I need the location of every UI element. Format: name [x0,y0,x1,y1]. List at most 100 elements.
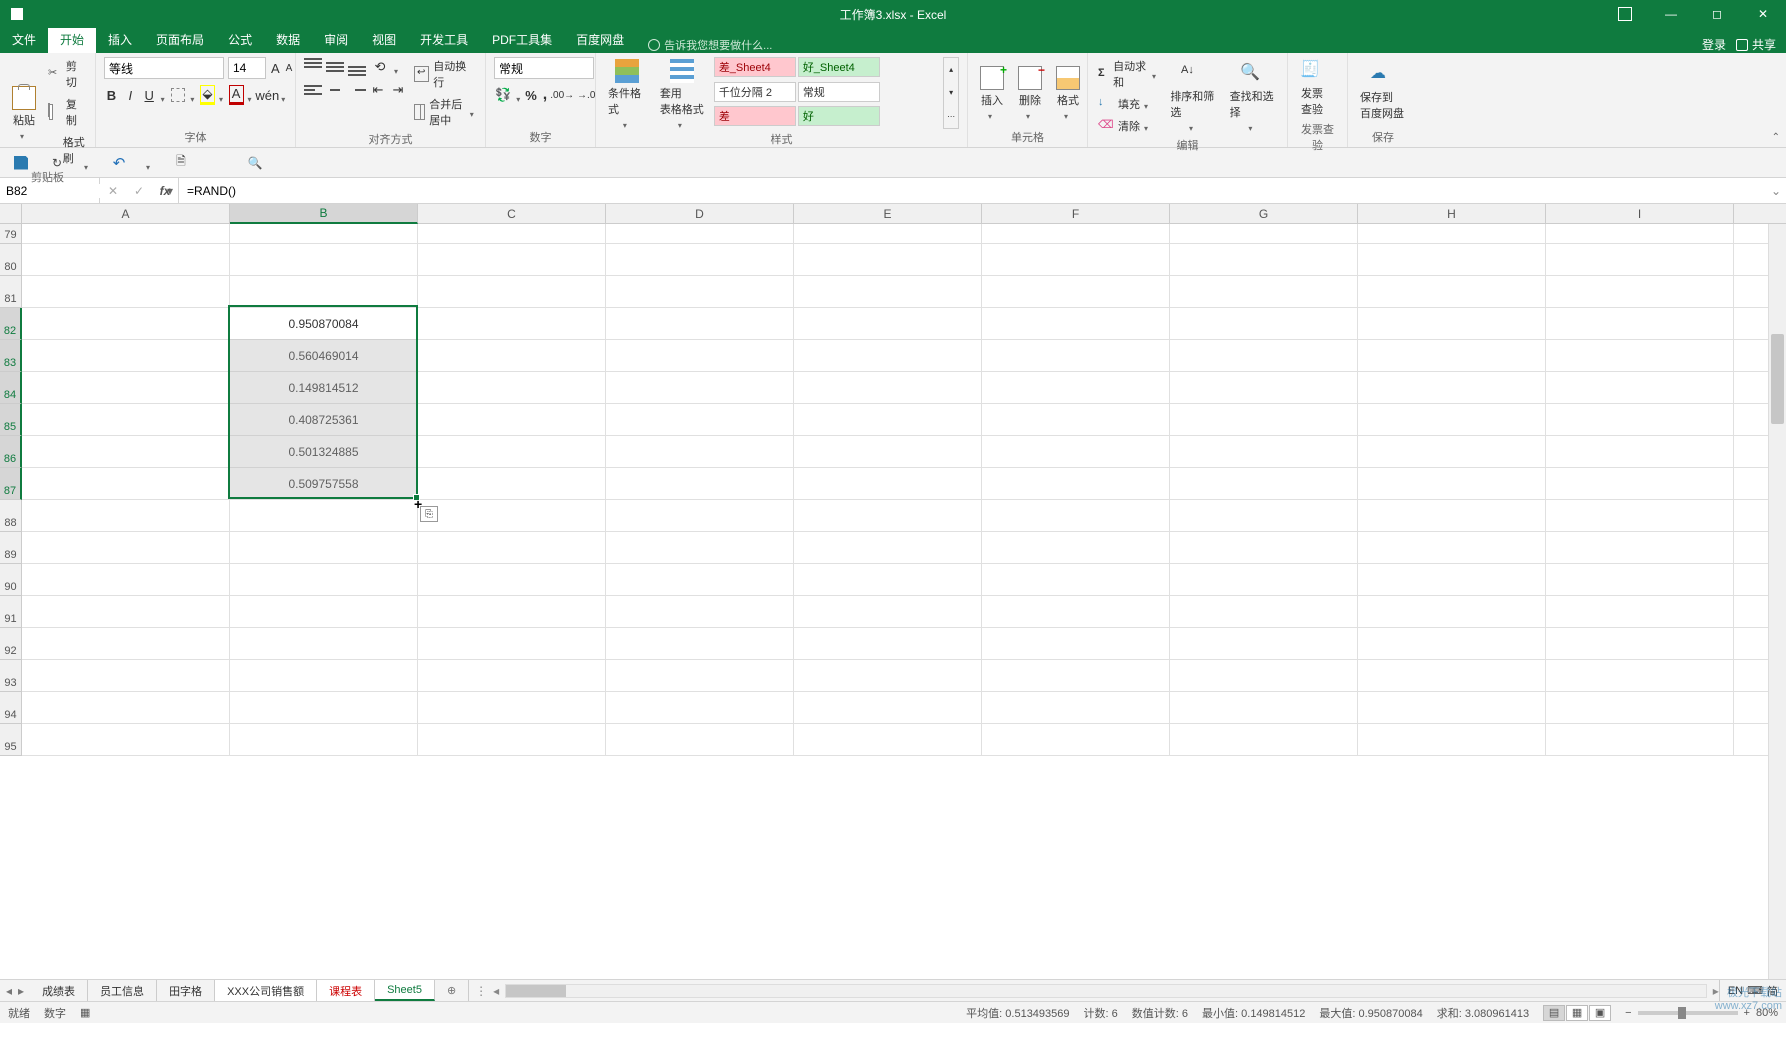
cell-B80[interactable] [230,244,418,276]
vertical-scrollbar[interactable] [1768,224,1786,979]
cell-F89[interactable] [982,532,1170,564]
cell-G88[interactable] [1170,500,1358,532]
sort-filter-button[interactable]: 排序和筛选 [1166,57,1219,135]
col-header-B[interactable]: B [230,204,418,224]
qat-undo-button[interactable] [110,154,128,172]
cell-C93[interactable] [418,660,606,692]
tab-home[interactable]: 开始 [48,28,96,53]
decrease-decimal-button[interactable]: →.0 [576,85,596,105]
chevron-down-icon[interactable] [1189,122,1197,130]
col-header-J[interactable]: J [1734,204,1786,224]
cell-A92[interactable] [22,628,230,660]
cell-F95[interactable] [982,724,1170,756]
style-good[interactable]: 好 [798,106,880,126]
row-header-85[interactable]: 85 [0,404,22,436]
login-link[interactable]: 登录 [1702,36,1726,53]
wrap-text-button[interactable]: 自动换行 [412,57,477,91]
tab-formulas[interactable]: 公式 [216,28,264,53]
cell-H87[interactable] [1358,468,1546,500]
ime-kb-icon[interactable]: ⌨ [1747,984,1763,997]
chevron-down-icon[interactable] [988,110,996,118]
cell-C83[interactable] [418,340,606,372]
tell-me[interactable]: 告诉我您想要做什么... [648,37,772,53]
cell-C87[interactable] [418,468,606,500]
font-size-select[interactable] [228,57,266,79]
cell-H88[interactable] [1358,500,1546,532]
cell-C80[interactable] [418,244,606,276]
cell-E83[interactable] [794,340,982,372]
col-header-G[interactable]: G [1170,204,1358,224]
cell-D92[interactable] [606,628,794,660]
save-to-pan-button[interactable]: 保存到 百度网盘 [1356,57,1408,127]
find-select-button[interactable]: 查找和选择 [1226,57,1279,135]
cell-G89[interactable] [1170,532,1358,564]
row-header-81[interactable]: 81 [0,276,22,308]
tab-review[interactable]: 审阅 [312,28,360,53]
sheet-splitter[interactable]: ⋮ [469,984,493,998]
cell-E86[interactable] [794,436,982,468]
ime-mode[interactable]: 简 [1767,983,1778,999]
collapse-ribbon-button[interactable]: ⌃ [1772,132,1780,143]
row-header-92[interactable]: 92 [0,628,22,660]
cell-F91[interactable] [982,596,1170,628]
chevron-down-icon[interactable] [146,159,154,167]
chevron-down-icon[interactable] [219,91,225,99]
cell-E89[interactable] [794,532,982,564]
cell-F81[interactable] [982,276,1170,308]
cell-C84[interactable] [418,372,606,404]
row-header-93[interactable]: 93 [0,660,22,692]
cell-C85[interactable] [418,404,606,436]
cell-F92[interactable] [982,628,1170,660]
accounting-button[interactable]: 💱 [494,85,512,105]
cell-I88[interactable] [1546,500,1734,532]
cell-H94[interactable] [1358,692,1546,724]
cell-B81[interactable] [230,276,418,308]
cell-F85[interactable] [982,404,1170,436]
cell-C88[interactable] [418,500,606,532]
cell-A90[interactable] [22,564,230,596]
cell-D85[interactable] [606,404,794,436]
cell-D95[interactable] [606,724,794,756]
chevron-down-icon[interactable] [1248,122,1256,130]
cell-F84[interactable] [982,372,1170,404]
cell-A89[interactable] [22,532,230,564]
increase-indent-button[interactable] [390,82,406,98]
row-header-91[interactable]: 91 [0,596,22,628]
style-normal[interactable]: 常规 [798,82,880,102]
row-header-95[interactable]: 95 [0,724,22,756]
insert-cells-button[interactable]: 插入 [976,57,1008,127]
tab-layout[interactable]: 页面布局 [144,28,216,53]
cell-C94[interactable] [418,692,606,724]
style-good-sheet4[interactable]: 好_Sheet4 [798,57,880,77]
view-page-break-button[interactable]: ▣ [1589,1005,1611,1021]
cell-A80[interactable] [22,244,230,276]
autosum-button[interactable]: 自动求和 [1096,57,1160,91]
insert-function-button[interactable]: fx [152,184,178,198]
cell-G82[interactable] [1170,308,1358,340]
cell-I82[interactable] [1546,308,1734,340]
cell-A79[interactable] [22,224,230,244]
cell-B89[interactable] [230,532,418,564]
cell-A95[interactable] [22,724,230,756]
conditional-format-button[interactable]: 条件格式 [604,57,650,129]
fill-color-button[interactable]: ⬙ [200,85,215,105]
cell-H91[interactable] [1358,596,1546,628]
cell-A87[interactable] [22,468,230,500]
row-header-94[interactable]: 94 [0,692,22,724]
align-center-button[interactable] [326,81,344,99]
horizontal-scroll-thumb[interactable] [506,985,566,997]
invoice-check-button[interactable]: 发票 查验 [1296,57,1328,119]
sheet-nav-prev[interactable]: ◂ [6,984,12,998]
chevron-down-icon[interactable] [1152,70,1158,78]
cell-H92[interactable] [1358,628,1546,660]
orientation-button[interactable]: ⟲ [370,57,390,77]
cell-E94[interactable] [794,692,982,724]
minimize-button[interactable]: — [1648,0,1694,28]
maximize-button[interactable]: ◻ [1694,0,1740,28]
cell-G91[interactable] [1170,596,1358,628]
cell-H86[interactable] [1358,436,1546,468]
comma-button[interactable] [542,85,548,105]
cell-B83[interactable]: 0.560469014 [230,340,418,372]
cell-E82[interactable] [794,308,982,340]
cell-E87[interactable] [794,468,982,500]
